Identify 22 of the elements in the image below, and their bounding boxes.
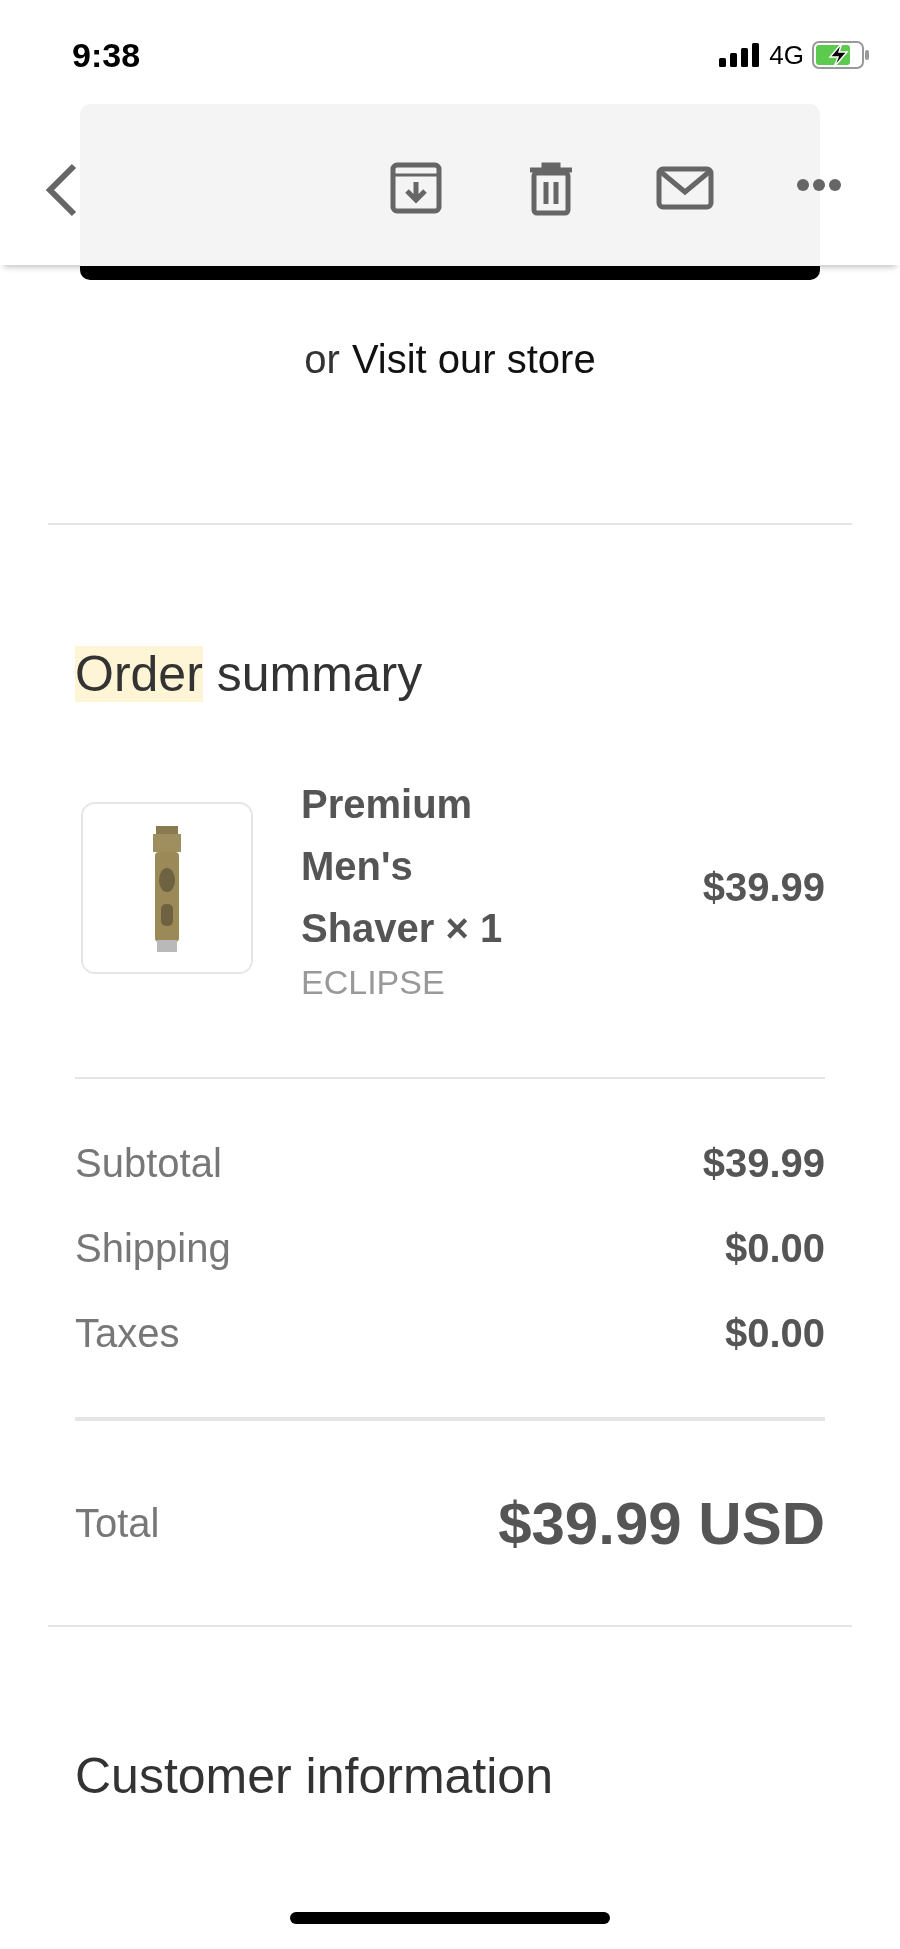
signal-icon — [719, 43, 762, 67]
summary-value: $0.00 — [724, 1310, 825, 1356]
total-value: $39.99 USD — [498, 1488, 825, 1558]
summary-label: Shipping — [75, 1225, 231, 1271]
mail-button[interactable] — [656, 166, 714, 213]
section-heading: Customer information — [75, 1747, 554, 1805]
product-title: Premium Men's Shaver × 1 — [301, 781, 504, 952]
summary-label: Taxes — [75, 1310, 180, 1356]
delete-button[interactable] — [528, 162, 574, 219]
summary-value: $39.99 — [702, 1140, 825, 1186]
visit-store-link[interactable]: Visit our store — [351, 337, 596, 395]
summary-value: $0.00 — [724, 1225, 825, 1271]
summary-label: Subtotal — [75, 1140, 222, 1186]
status-time: 9:38 — [72, 35, 141, 75]
store-prefix: or — [304, 337, 340, 383]
battery-charging-icon — [812, 41, 870, 69]
product-vendor: ECLIPSE — [301, 963, 446, 1002]
section-heading: Order summary — [75, 645, 424, 703]
product-price: $39.99 — [702, 865, 825, 910]
total-label: Total — [75, 1500, 160, 1546]
network-label: 4G — [769, 39, 804, 71]
archive-button[interactable] — [390, 162, 442, 217]
